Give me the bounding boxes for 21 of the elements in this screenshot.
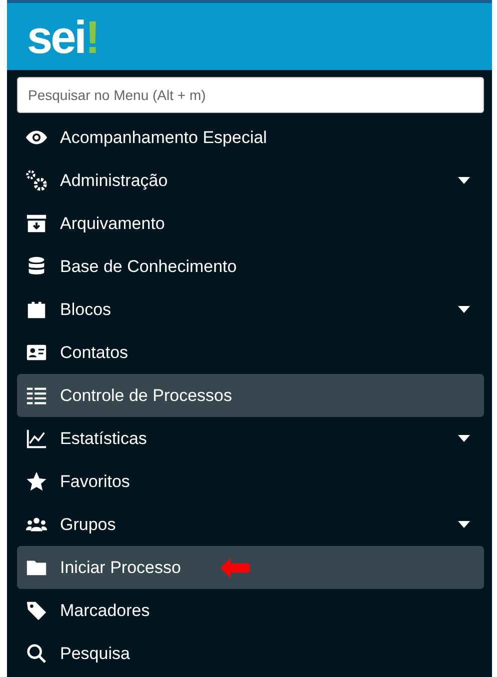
menu-item[interactable]: Grupos bbox=[17, 503, 484, 546]
line-chart-icon bbox=[25, 427, 48, 450]
archive-box-icon bbox=[25, 212, 48, 235]
menu-item[interactable]: Pesquisa bbox=[17, 632, 484, 675]
menu-item[interactable]: Controle de Processos bbox=[17, 374, 484, 417]
menu-item[interactable]: Contatos bbox=[17, 331, 484, 374]
menu-item[interactable]: Arquivamento bbox=[17, 202, 484, 245]
menu-item[interactable]: Iniciar Processo bbox=[17, 546, 484, 589]
menu-item[interactable]: Blocos bbox=[17, 288, 484, 331]
search-field[interactable]: Pesquisar no Menu (Alt + m) bbox=[17, 77, 484, 113]
menu-item[interactable]: Administração bbox=[17, 159, 484, 202]
logo: sei! bbox=[27, 14, 98, 60]
menu-item[interactable]: Favoritos bbox=[17, 460, 484, 503]
menu-item[interactable]: Acompanhamento Especial bbox=[17, 116, 484, 159]
menu-item[interactable]: Marcadores bbox=[17, 589, 484, 632]
gears-icon bbox=[25, 169, 48, 192]
menu-item[interactable]: Estatísticas bbox=[17, 417, 484, 460]
star-icon bbox=[25, 470, 48, 493]
tag-icon bbox=[25, 599, 48, 622]
search-icon bbox=[25, 642, 48, 665]
menu-item[interactable]: Base de Conhecimento bbox=[17, 245, 484, 288]
